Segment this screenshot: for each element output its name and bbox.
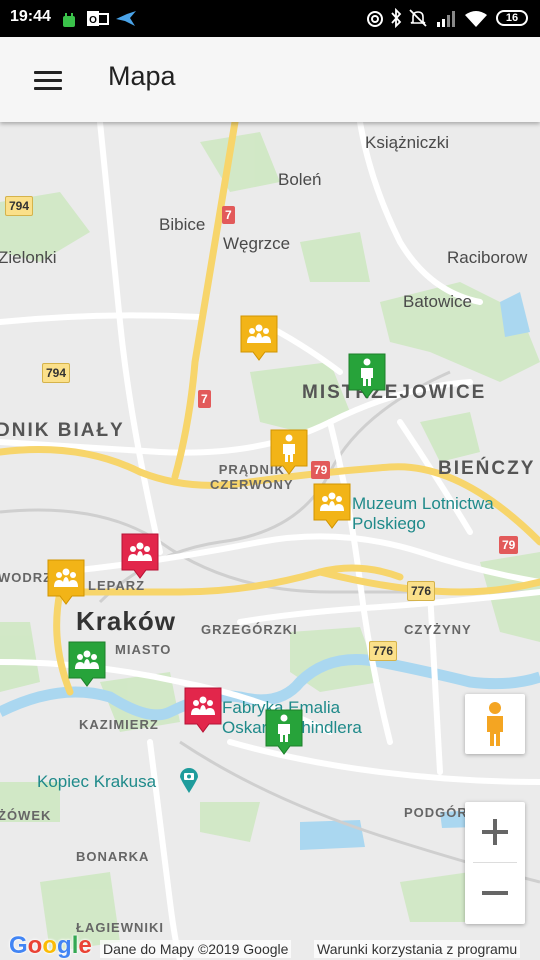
zoom-in-button[interactable]: [465, 802, 525, 862]
place-label: Batowice: [403, 292, 472, 311]
place-label: Węgrzce: [223, 234, 291, 253]
google-logo: Google: [9, 932, 92, 959]
district-label: DNIK BIAŁY: [0, 420, 125, 441]
page-title: Mapa: [108, 61, 176, 91]
hamburger-menu-icon[interactable]: [24, 63, 72, 97]
district-label: BIEŃCZY: [438, 458, 536, 479]
group-marker[interactable]: [312, 482, 352, 530]
mute-icon: [409, 9, 427, 27]
group-marker[interactable]: [239, 314, 279, 362]
place-label: Raciborow: [447, 248, 528, 267]
svg-text:O: O: [89, 15, 97, 26]
hotspot-icon: [367, 11, 383, 27]
signal-icon: [437, 11, 455, 27]
terms-link[interactable]: Warunki korzystania z programu: [314, 940, 521, 958]
status-time: 19:44: [10, 8, 51, 25]
district-label: LEPARZ: [88, 578, 146, 593]
zoom-controls: [465, 802, 525, 924]
place-label: Książniczki: [365, 133, 450, 152]
place-label: Zielonki: [0, 248, 57, 267]
road-badge: 79: [311, 461, 331, 479]
road-badge: 794: [5, 196, 34, 216]
place-label: Bibice: [159, 215, 206, 234]
district-label: BONARKA: [76, 849, 150, 864]
road-badge: 7: [198, 390, 211, 408]
app-bar: Mapa: [0, 37, 540, 122]
road-badge: 776: [407, 581, 436, 601]
single-marker[interactable]: [347, 352, 387, 400]
camera-icon: [180, 768, 198, 793]
city-label: Kraków: [76, 606, 176, 636]
status-bar: 19:44 O 16: [0, 0, 540, 37]
district-label: CZYŻYNY: [404, 622, 472, 637]
road-badge: 776: [369, 641, 398, 661]
map-data-credit[interactable]: Dane do Mapy ©2019 Google: [100, 940, 292, 958]
district-label: MIASTO: [115, 642, 172, 657]
place-label: Boleń: [278, 170, 322, 189]
road-badge: 79: [499, 536, 519, 554]
android-notification-icon: [63, 13, 75, 27]
poi-label[interactable]: Kopiec Krakusa: [37, 772, 156, 792]
single-marker[interactable]: [264, 708, 304, 756]
pegman-icon[interactable]: [465, 694, 525, 754]
wifi-icon: [465, 11, 487, 27]
road-badge: 794: [42, 363, 71, 383]
district-label: GRZEGÓRZKI: [201, 622, 298, 637]
zoom-out-button[interactable]: [465, 863, 525, 923]
battery-icon: 16: [496, 10, 528, 26]
outlook-icon: O: [87, 11, 109, 26]
map-attribution: Google Dane do Mapy ©2019 Google Warunki…: [0, 930, 540, 960]
poi-label[interactable]: Muzeum Lotnictwa Polskiego: [352, 494, 494, 534]
bluetooth-icon: [391, 8, 402, 28]
district-label: ŻÓWEK: [0, 808, 52, 823]
map-view[interactable]: Książniczki Boleń Bibice Węgrzce Zielonk…: [0, 122, 540, 960]
group-marker[interactable]: [46, 558, 86, 606]
group-marker[interactable]: [67, 640, 107, 688]
district-label: MISTRZEJOWICE: [302, 382, 487, 403]
bird-app-icon: [116, 11, 136, 26]
district-label: KAZIMIERZ: [79, 717, 159, 732]
single-marker[interactable]: [269, 428, 309, 476]
group-marker[interactable]: [183, 686, 223, 734]
group-marker[interactable]: [120, 532, 160, 580]
road-badge: 7: [222, 206, 235, 224]
